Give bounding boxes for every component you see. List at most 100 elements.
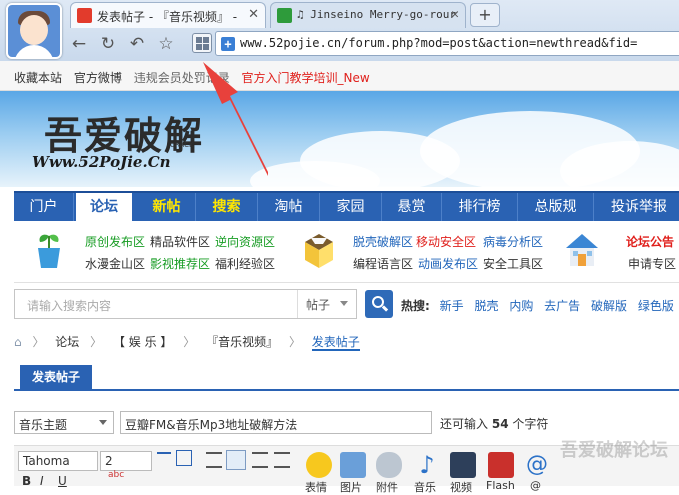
- forum-quick-links: 原创发布区 精品软件区 逆向资源区 水漫金山区 影视推荐区 福利经验区 脱壳破解…: [14, 221, 679, 283]
- breadcrumb-current: 发表帖子: [311, 335, 360, 351]
- breadcrumb: ⌂ 〉 论坛 〉 【 娱 乐 】 〉 『音乐视频』 〉 发表帖子: [14, 335, 360, 351]
- search-scope-label: 帖子: [306, 298, 331, 312]
- music-label: 音乐: [414, 481, 436, 494]
- hot-search-word[interactable]: 破解版: [591, 299, 627, 313]
- hot-search-word[interactable]: 新手: [440, 299, 464, 313]
- line-button[interactable]: [157, 452, 171, 454]
- search-scope-select[interactable]: 帖子: [297, 290, 355, 318]
- attachment-label: 附件: [376, 481, 398, 494]
- chevron-down-icon: [99, 420, 107, 425]
- logo-url: Www.52PoJie.Cn: [32, 153, 171, 171]
- nav-item-taotie[interactable]: 淘帖: [258, 193, 320, 221]
- nav-item-home[interactable]: 家园: [320, 193, 382, 221]
- tab-title: 发表帖子 - 『音乐视频』 -: [97, 10, 238, 24]
- security-shield-icon: +: [221, 37, 235, 51]
- post-tab[interactable]: 发表帖子: [20, 365, 92, 390]
- emoticon-icon[interactable]: [306, 452, 332, 478]
- bookmark-item[interactable]: 收藏本站: [14, 71, 62, 85]
- site-favicon-icon: [277, 8, 292, 23]
- site-logo[interactable]: 吾爱破解 CRACK Www.52PoJie.Cn: [32, 105, 212, 175]
- close-tab-icon[interactable]: ✕: [248, 7, 259, 22]
- site-banner: 吾爱破解 CRACK Www.52PoJie.Cn: [0, 91, 679, 187]
- breadcrumb-item[interactable]: 『音乐视频』: [206, 335, 278, 349]
- attachment-icon[interactable]: [376, 452, 402, 478]
- hot-search-word[interactable]: 内购: [509, 299, 533, 313]
- undo-icon[interactable]: ↶: [126, 33, 148, 55]
- avatar-body: [14, 45, 54, 57]
- browser-chrome: 发表帖子 - 『音乐视频』 - ✕ ♫ Jinseino Merry-go-ro…: [0, 0, 679, 61]
- forum-link[interactable]: 福利经验区: [215, 255, 275, 272]
- close-tab-icon[interactable]: ✕: [451, 7, 459, 22]
- hot-search-word[interactable]: 绿色版: [638, 299, 674, 313]
- align-justify-icon[interactable]: [274, 452, 290, 468]
- refresh-icon[interactable]: ↻: [97, 33, 119, 55]
- category-select[interactable]: 音乐主题: [14, 411, 114, 434]
- forum-link[interactable]: 病毒分析区: [483, 233, 543, 250]
- address-bar[interactable]: + www.52pojie.cn/forum.php?mod=post&acti…: [215, 31, 679, 56]
- table-button[interactable]: [176, 450, 192, 466]
- nav-item-ranking[interactable]: 排行榜: [442, 193, 518, 221]
- url-text: www.52pojie.cn/forum.php?mod=post&action…: [240, 36, 638, 50]
- bookmarks-bar: 收藏本站 官方微博 违规会员处罚记录 官方入门教学培训_New: [0, 61, 679, 91]
- bookmark-item[interactable]: 违规会员处罚记录: [134, 71, 230, 85]
- nav-item-portal[interactable]: 门户: [14, 193, 74, 221]
- forum-link[interactable]: 原创发布区: [85, 233, 145, 250]
- forum-link[interactable]: 编程语言区: [353, 255, 413, 272]
- forum-link[interactable]: 影视推荐区: [150, 255, 210, 272]
- watermark: 吾爱破解论坛: [560, 440, 668, 461]
- tab-title: ♫ Jinseino Merry-go-rour: [297, 8, 456, 21]
- video-icon[interactable]: [450, 452, 476, 478]
- back-icon[interactable]: ←: [68, 33, 90, 55]
- image-icon[interactable]: [340, 452, 366, 478]
- forum-link[interactable]: 安全工具区: [483, 255, 543, 272]
- at-icon[interactable]: @: [524, 452, 550, 478]
- forum-link[interactable]: 动画发布区: [418, 255, 478, 272]
- nav-item-complaint[interactable]: 投诉举报: [594, 193, 679, 221]
- hot-search-word[interactable]: 脱壳: [474, 299, 498, 313]
- forum-link[interactable]: 申请专区: [628, 255, 676, 272]
- chevron-down-icon: [340, 301, 348, 306]
- house-icon: [566, 234, 598, 266]
- nav-item-bounty[interactable]: 悬赏: [382, 193, 442, 221]
- forum-link[interactable]: 移动安全区: [416, 233, 476, 250]
- new-tab-button[interactable]: +: [470, 3, 500, 27]
- home-icon[interactable]: ⌂: [14, 335, 22, 349]
- subject-input[interactable]: 豆瓣FM&音乐Mp3地址破解方法: [120, 411, 432, 434]
- post-tab-underline: [14, 389, 679, 391]
- align-center-icon[interactable]: [226, 450, 246, 470]
- align-left-icon[interactable]: [206, 452, 222, 468]
- browser-tab[interactable]: ♫ Jinseino Merry-go-rour ✕: [270, 2, 466, 28]
- breadcrumb-item[interactable]: 【 娱 乐 】: [113, 335, 172, 349]
- forum-link[interactable]: 水漫金山区: [85, 255, 145, 272]
- forum-link[interactable]: 论坛公告: [626, 233, 674, 250]
- nav-item-new-posts[interactable]: 新帖: [138, 193, 196, 221]
- nav-item-rules[interactable]: 总版规: [518, 193, 594, 221]
- font-size-select[interactable]: 2: [100, 451, 152, 471]
- logo-crack-text: CRACK: [170, 141, 194, 149]
- avatar-face: [20, 15, 48, 45]
- font-family-select[interactable]: Tahoma: [18, 451, 98, 471]
- star-icon[interactable]: ☆: [155, 33, 177, 55]
- profile-avatar[interactable]: [6, 3, 62, 59]
- forum-link[interactable]: 脱壳破解区: [353, 233, 413, 250]
- music-icon[interactable]: ♪: [414, 452, 440, 478]
- flash-icon[interactable]: [488, 452, 514, 478]
- apps-icon[interactable]: [192, 33, 212, 53]
- remain-prefix: 还可输入: [440, 417, 489, 431]
- bookmark-item[interactable]: 官方入门教学培训_New: [242, 71, 370, 85]
- hot-search-word[interactable]: 去广告: [544, 299, 580, 313]
- browser-tab-active[interactable]: 发表帖子 - 『音乐视频』 - ✕: [70, 2, 266, 28]
- nav-item-search[interactable]: 搜索: [196, 193, 258, 221]
- search-button[interactable]: [365, 290, 393, 318]
- align-right-icon[interactable]: [252, 452, 268, 468]
- highlight-button[interactable]: abc: [108, 470, 124, 480]
- forum-link[interactable]: 精品软件区: [150, 233, 210, 250]
- size-value: 2: [105, 454, 113, 468]
- font-value: Tahoma: [23, 454, 70, 468]
- forum-link[interactable]: 逆向资源区: [215, 233, 275, 250]
- emoticon-label: 表情: [305, 481, 327, 494]
- nav-item-forum[interactable]: 论坛: [76, 193, 132, 223]
- bookmark-item[interactable]: 官方微博: [74, 71, 122, 85]
- site-favicon-icon: [77, 8, 92, 23]
- breadcrumb-item[interactable]: 论坛: [55, 335, 79, 349]
